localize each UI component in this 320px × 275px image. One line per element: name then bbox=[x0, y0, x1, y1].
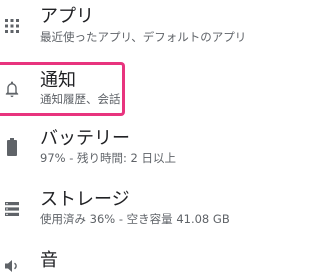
settings-item-subtitle: 最近使ったアプリ、デフォルトのアプリ bbox=[40, 30, 247, 44]
settings-item-storage[interactable]: ストレージ 使用済み 36% - 空き容量 41.08 GB bbox=[0, 186, 270, 248]
settings-item-title: アプリ bbox=[40, 6, 94, 27]
settings-item-title: ストレージ bbox=[40, 189, 130, 210]
apps-grid-icon bbox=[3, 17, 21, 35]
settings-item-battery[interactable]: バッテリー 97% - 残り時間: 2 日以上 bbox=[0, 124, 270, 186]
battery-icon bbox=[3, 138, 21, 156]
settings-item-subtitle: 97% - 残り時間: 2 日以上 bbox=[40, 151, 177, 165]
storage-icon bbox=[3, 200, 21, 218]
settings-item-title: 音 bbox=[40, 250, 58, 271]
settings-item-sound[interactable]: 音 bbox=[0, 248, 270, 272]
settings-item-notifications[interactable]: 通知 通知履歴、会話 bbox=[0, 62, 270, 124]
settings-item-title: バッテリー bbox=[40, 128, 130, 149]
settings-item-subtitle: 使用済み 36% - 空き容量 41.08 GB bbox=[40, 212, 230, 226]
sound-icon bbox=[3, 257, 21, 275]
settings-item-title: 通知 bbox=[40, 70, 76, 91]
settings-item-subtitle: 通知履歴、会話 bbox=[40, 92, 121, 106]
settings-list: アプリ 最近使ったアプリ、デフォルトのアプリ 通知 通知履歴、会話 バッテリー … bbox=[0, 0, 270, 272]
settings-item-apps[interactable]: アプリ 最近使ったアプリ、デフォルトのアプリ bbox=[0, 0, 270, 62]
bell-icon bbox=[3, 80, 21, 98]
